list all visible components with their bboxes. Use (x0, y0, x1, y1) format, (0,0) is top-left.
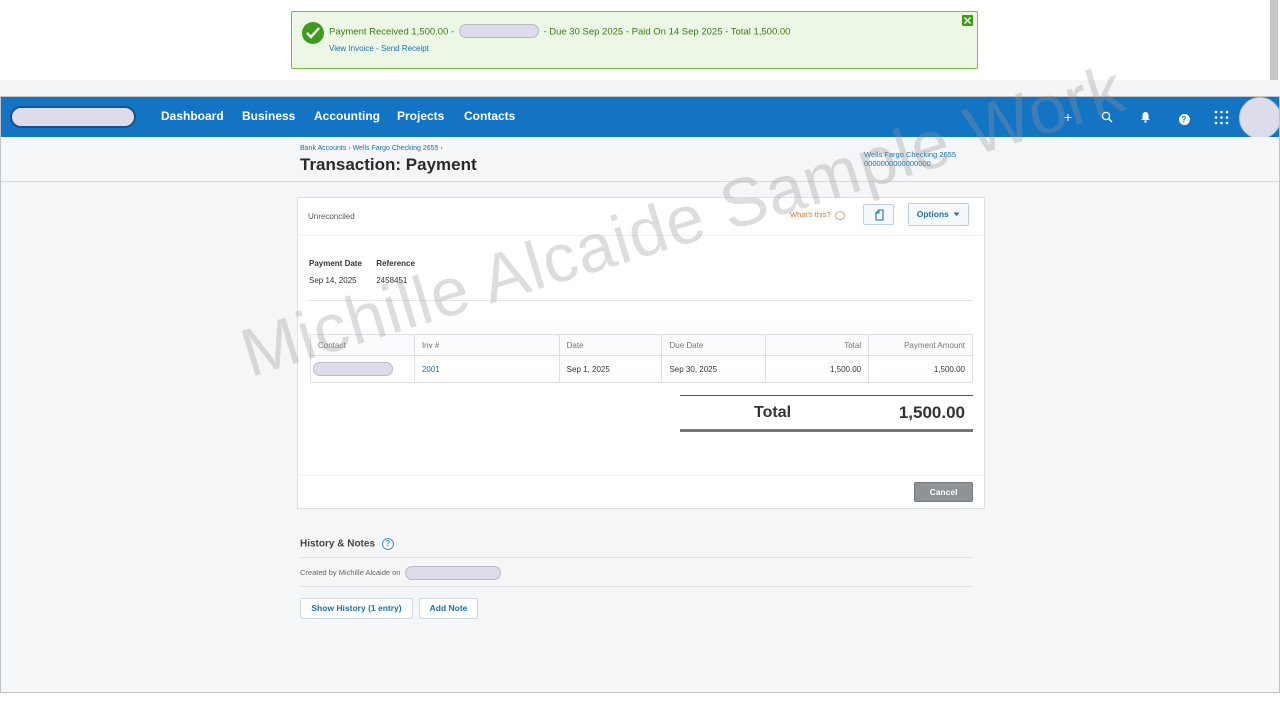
reference-value: 2458451 (376, 276, 408, 285)
plus-icon[interactable]: + (1059, 108, 1077, 126)
chat-bubble-icon (834, 210, 845, 220)
history-notes-heading: History & Notes ? (300, 538, 394, 550)
column-header-due-date: Due Date (661, 334, 767, 356)
search-icon[interactable] (1098, 108, 1116, 126)
copy-button[interactable] (863, 204, 894, 225)
top-navbar: Dashboard Business Accounting Projects C… (1, 97, 1279, 139)
app-window: Dashboard Business Accounting Projects C… (0, 96, 1280, 693)
account-summary[interactable]: Wells Fargo Checking 2655 00000000000000… (864, 150, 956, 168)
cancel-button[interactable]: Cancel (914, 482, 973, 502)
check-circle-icon (302, 22, 324, 44)
column-header-payment-amount: Payment Amount (868, 334, 973, 356)
invoice-table: Contact Inv # Date Due Date Total Paymen… (310, 334, 973, 383)
organization-switcher[interactable] (10, 106, 136, 128)
breadcrumb: Bank Accounts › Wells Fargo Checking 265… (300, 145, 443, 152)
payment-amount-cell: 1,500.00 (868, 355, 973, 383)
options-label: Options (916, 209, 949, 219)
redacted-contact-pill[interactable] (313, 362, 393, 376)
table-row: 2001 Sep 1, 2025 Sep 30, 2025 1,500.00 1… (310, 355, 973, 383)
payment-meta-labels: Payment Date Reference (309, 259, 415, 268)
notification-message: Payment Received 1,500.00 - - Due 30 Sep… (329, 24, 791, 38)
close-icon[interactable] (962, 15, 973, 26)
reconcile-status: Unreconciled (308, 212, 355, 221)
reference-label: Reference (376, 259, 415, 268)
help-circle-icon[interactable]: ? (381, 538, 394, 550)
payment-success-notification: Payment Received 1,500.00 - - Due 30 Sep… (291, 11, 978, 69)
breadcrumb-separator: › (348, 145, 351, 152)
chevron-down-icon (953, 212, 960, 217)
total-cell: 1,500.00 (765, 355, 870, 383)
view-invoice-link[interactable]: View Invoice (329, 44, 374, 53)
help-glyph: ? (1178, 114, 1190, 125)
nav-accounting[interactable]: Accounting (314, 109, 380, 123)
account-name[interactable]: Wells Fargo Checking 2655 (864, 150, 956, 159)
page-title: Transaction: Payment (300, 155, 477, 174)
copy-icon (875, 209, 884, 221)
divider (300, 557, 973, 558)
column-header-date: Date (558, 334, 663, 356)
column-header-total: Total (765, 334, 870, 356)
scrollbar-thumb[interactable] (1270, 0, 1278, 80)
breadcrumb-separator: › (440, 145, 443, 152)
column-header-inv: Inv # (413, 334, 560, 356)
page-header: Bank Accounts › Wells Fargo Checking 265… (1, 137, 1279, 182)
breadcrumb-account[interactable]: Wells Fargo Checking 2655 (353, 145, 439, 152)
due-date-cell: Sep 30, 2025 (661, 355, 767, 383)
history-notes-title: History & Notes (300, 538, 376, 550)
total-label: Total (754, 404, 792, 421)
contact-cell[interactable] (310, 355, 415, 383)
card-footer: Cancel (298, 475, 984, 508)
nav-projects[interactable]: Projects (397, 109, 444, 123)
table-header-row: Contact Inv # Date Due Date Total Paymen… (310, 334, 973, 356)
options-dropdown-button[interactable]: Options (908, 203, 969, 226)
total-value: 1,500.00 (898, 403, 965, 422)
help-icon[interactable]: ? (1175, 108, 1193, 126)
send-receipt-link[interactable]: Send Receipt (381, 44, 429, 53)
redacted-date-pill (404, 566, 501, 580)
link-separator: - (376, 44, 379, 53)
column-header-contact: Contact (310, 334, 415, 356)
nav-contacts[interactable]: Contacts (464, 109, 515, 123)
notification-message-start: Payment Received 1,500.00 - (329, 26, 455, 38)
nav-dashboard[interactable]: Dashboard (161, 109, 224, 123)
payment-meta-values: Sep 14, 2025 2458451 (309, 276, 407, 285)
grand-total: Total 1,500.00 (680, 395, 973, 432)
apps-grid-icon[interactable] (1212, 108, 1230, 126)
created-by-text: Created by Michille Alcaide on (300, 567, 401, 577)
notification-area: Payment Received 1,500.00 - - Due 30 Sep… (0, 0, 1280, 80)
separator-band (0, 80, 1280, 96)
bell-icon[interactable] (1136, 108, 1154, 126)
whats-this-link[interactable]: What's this? (790, 210, 845, 220)
divider (300, 586, 973, 587)
created-by-entry: Created by Michille Alcaide on (300, 566, 501, 580)
account-number: 0000000000000000 (864, 159, 931, 168)
show-history-button[interactable]: Show History (1 entry) (300, 598, 413, 619)
add-note-button[interactable]: Add Note (419, 598, 478, 619)
card-toolbar: Unreconciled What's this? Options (298, 198, 984, 236)
bottom-margin (0, 693, 1280, 720)
invoice-number-link[interactable]: 2001 (413, 355, 560, 383)
date-cell: Sep 1, 2025 (558, 355, 663, 383)
payment-date-value: Sep 14, 2025 (309, 276, 357, 285)
whats-this-label[interactable]: What's this? (790, 210, 831, 219)
redacted-contact-pill (458, 24, 539, 38)
notification-message-end: - Due 30 Sep 2025 - Paid On 14 Sep 2025 … (543, 26, 791, 38)
nav-business[interactable]: Business (242, 109, 295, 123)
breadcrumb-bank-accounts[interactable]: Bank Accounts (300, 145, 346, 152)
notification-links: View Invoice - Send Receipt (329, 44, 429, 53)
section-divider (309, 300, 973, 301)
user-avatar[interactable] (1239, 97, 1279, 139)
payment-date-label: Payment Date (309, 259, 362, 268)
transaction-card: Unreconciled What's this? Options Paymen… (297, 197, 985, 509)
